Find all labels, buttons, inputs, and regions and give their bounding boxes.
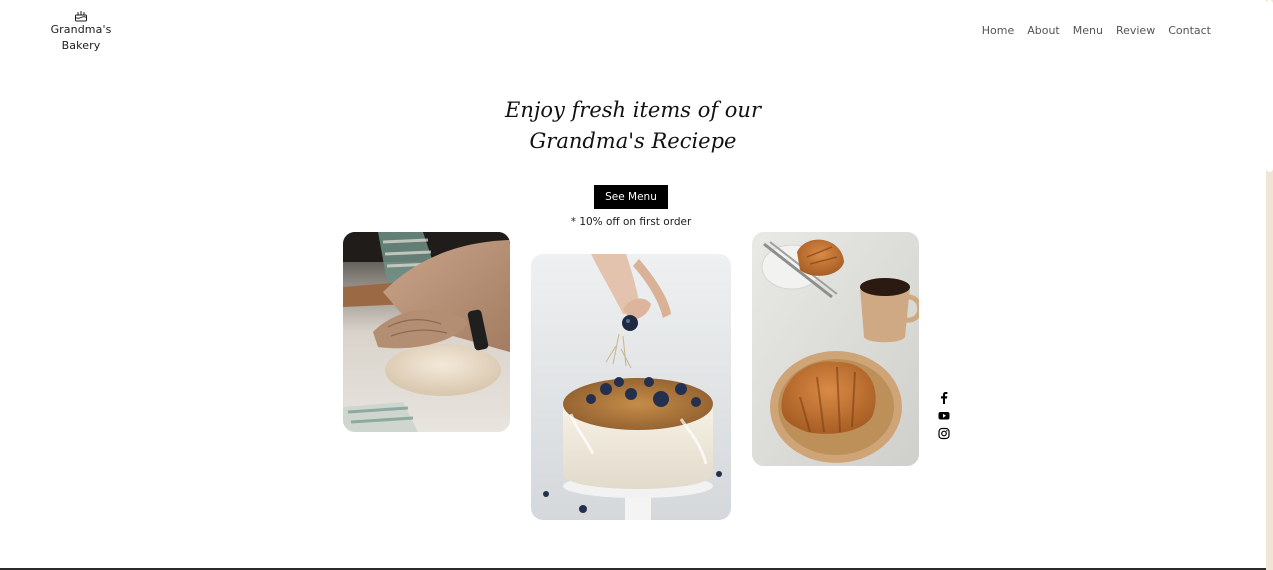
promo-note: * 10% off on first order (570, 216, 692, 228)
croissant-coffee-image (752, 232, 919, 466)
instagram-icon[interactable] (938, 427, 950, 440)
logo-text-line-2: Bakery (61, 39, 101, 52)
nav-menu[interactable]: Menu (1073, 24, 1103, 38)
see-menu-button[interactable]: See Menu (594, 185, 668, 209)
nav-review[interactable]: Review (1116, 24, 1155, 38)
cake-icon (75, 11, 87, 22)
page: Grandma's Bakery Home About Menu Review … (0, 0, 1273, 570)
facebook-icon[interactable] (938, 391, 950, 404)
nav-about[interactable]: About (1027, 24, 1060, 38)
dough-kneading-image (343, 232, 510, 432)
scrollbar-thumb[interactable] (1266, 0, 1273, 172)
hero-title-line-2: Grandma's Reciepe (529, 129, 737, 153)
hero-title: Enjoy fresh items of our Grandma's Recie… (0, 95, 1266, 157)
youtube-icon[interactable] (938, 409, 950, 422)
nav-home[interactable]: Home (982, 24, 1014, 38)
logo[interactable]: Grandma's Bakery (40, 8, 122, 54)
social-links (938, 391, 952, 445)
hero-title-line-1: Enjoy fresh items of our (504, 98, 761, 122)
main-nav: Home About Menu Review Contact (982, 24, 1211, 38)
logo-text-line-1: Grandma's (50, 23, 112, 36)
blueberry-cake-image (531, 254, 731, 520)
nav-contact[interactable]: Contact (1168, 24, 1211, 38)
